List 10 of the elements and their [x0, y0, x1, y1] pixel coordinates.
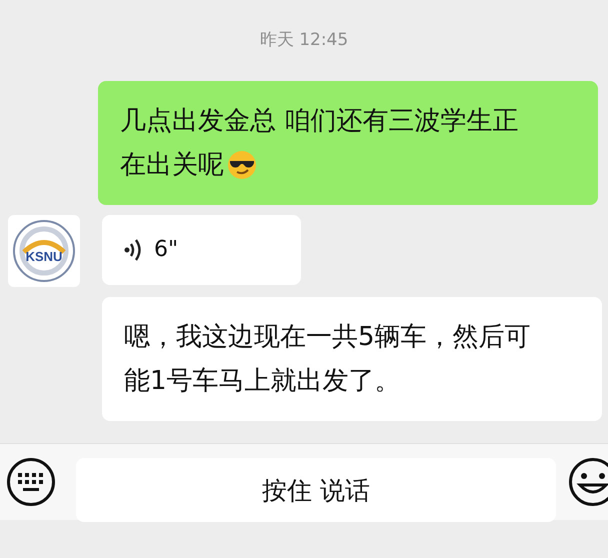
message-text: 几点出发金总 咱们还有三波学生正 [120, 105, 518, 138]
keyboard-icon[interactable] [6, 457, 56, 507]
voice-duration: 6" [154, 236, 178, 264]
message-text: 嗯，我这边现在一共5辆车，然后可 [124, 321, 531, 354]
message-text: 在出关呢 [120, 149, 224, 182]
voice-icon [124, 239, 142, 261]
message-text: 能1号车马上就出发了。 [124, 365, 401, 398]
hold-to-talk-button[interactable]: 按住 说话 [76, 458, 556, 522]
emoji-icon[interactable] [568, 457, 608, 507]
timestamp: 昨天 12:45 [260, 29, 348, 51]
